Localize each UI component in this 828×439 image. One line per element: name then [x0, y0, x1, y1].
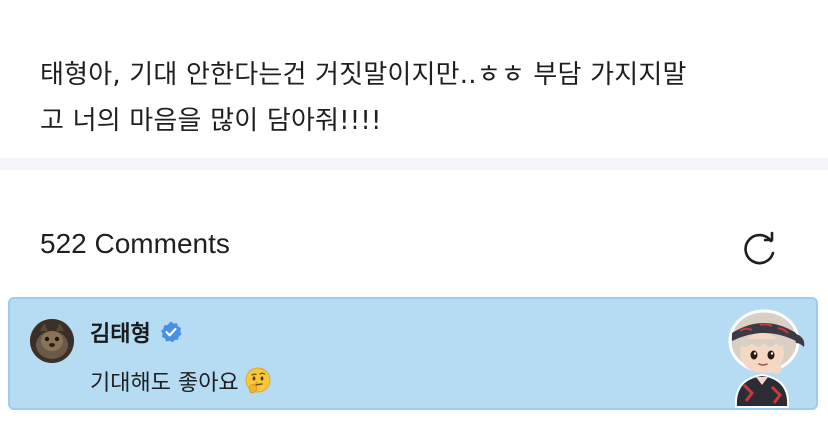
post-text: 태형아, 기대 안한다는건 거짓말이지만..ㅎㅎ 부담 가지지말 고 너의 마음…	[40, 52, 800, 144]
character-sticker	[716, 303, 812, 409]
avatar[interactable]	[30, 319, 74, 363]
comments-header: 522 Comments	[0, 170, 828, 296]
avatar-image	[30, 319, 74, 363]
post-text-line-1: 태형아, 기대 안한다는건 거짓말이지만..ㅎㅎ 부담 가지지말	[40, 60, 687, 90]
post-text-line-2: 고 너의 마음을 많이 담아줘!!!!	[40, 106, 382, 136]
post-body: 태형아, 기대 안한다는건 거짓말이지만..ㅎㅎ 부담 가지지말 고 너의 마음…	[0, 0, 828, 158]
refresh-icon	[744, 231, 775, 265]
comment-text: 기대해도 좋아요	[90, 365, 273, 397]
refresh-button[interactable]	[740, 228, 780, 268]
verified-badge-icon	[160, 321, 182, 343]
author-row: 김태형	[90, 317, 183, 347]
thinking-face-emoji	[245, 367, 271, 394]
section-divider	[0, 158, 828, 170]
comment-text-content: 기대해도 좋아요	[90, 371, 239, 396]
author-name[interactable]: 김태형	[90, 316, 151, 348]
comments-count: 522 Comments	[40, 228, 230, 259]
comment-card[interactable]: 김태형 기대해도 좋아요	[8, 297, 818, 410]
character-sticker-image	[728, 309, 805, 408]
